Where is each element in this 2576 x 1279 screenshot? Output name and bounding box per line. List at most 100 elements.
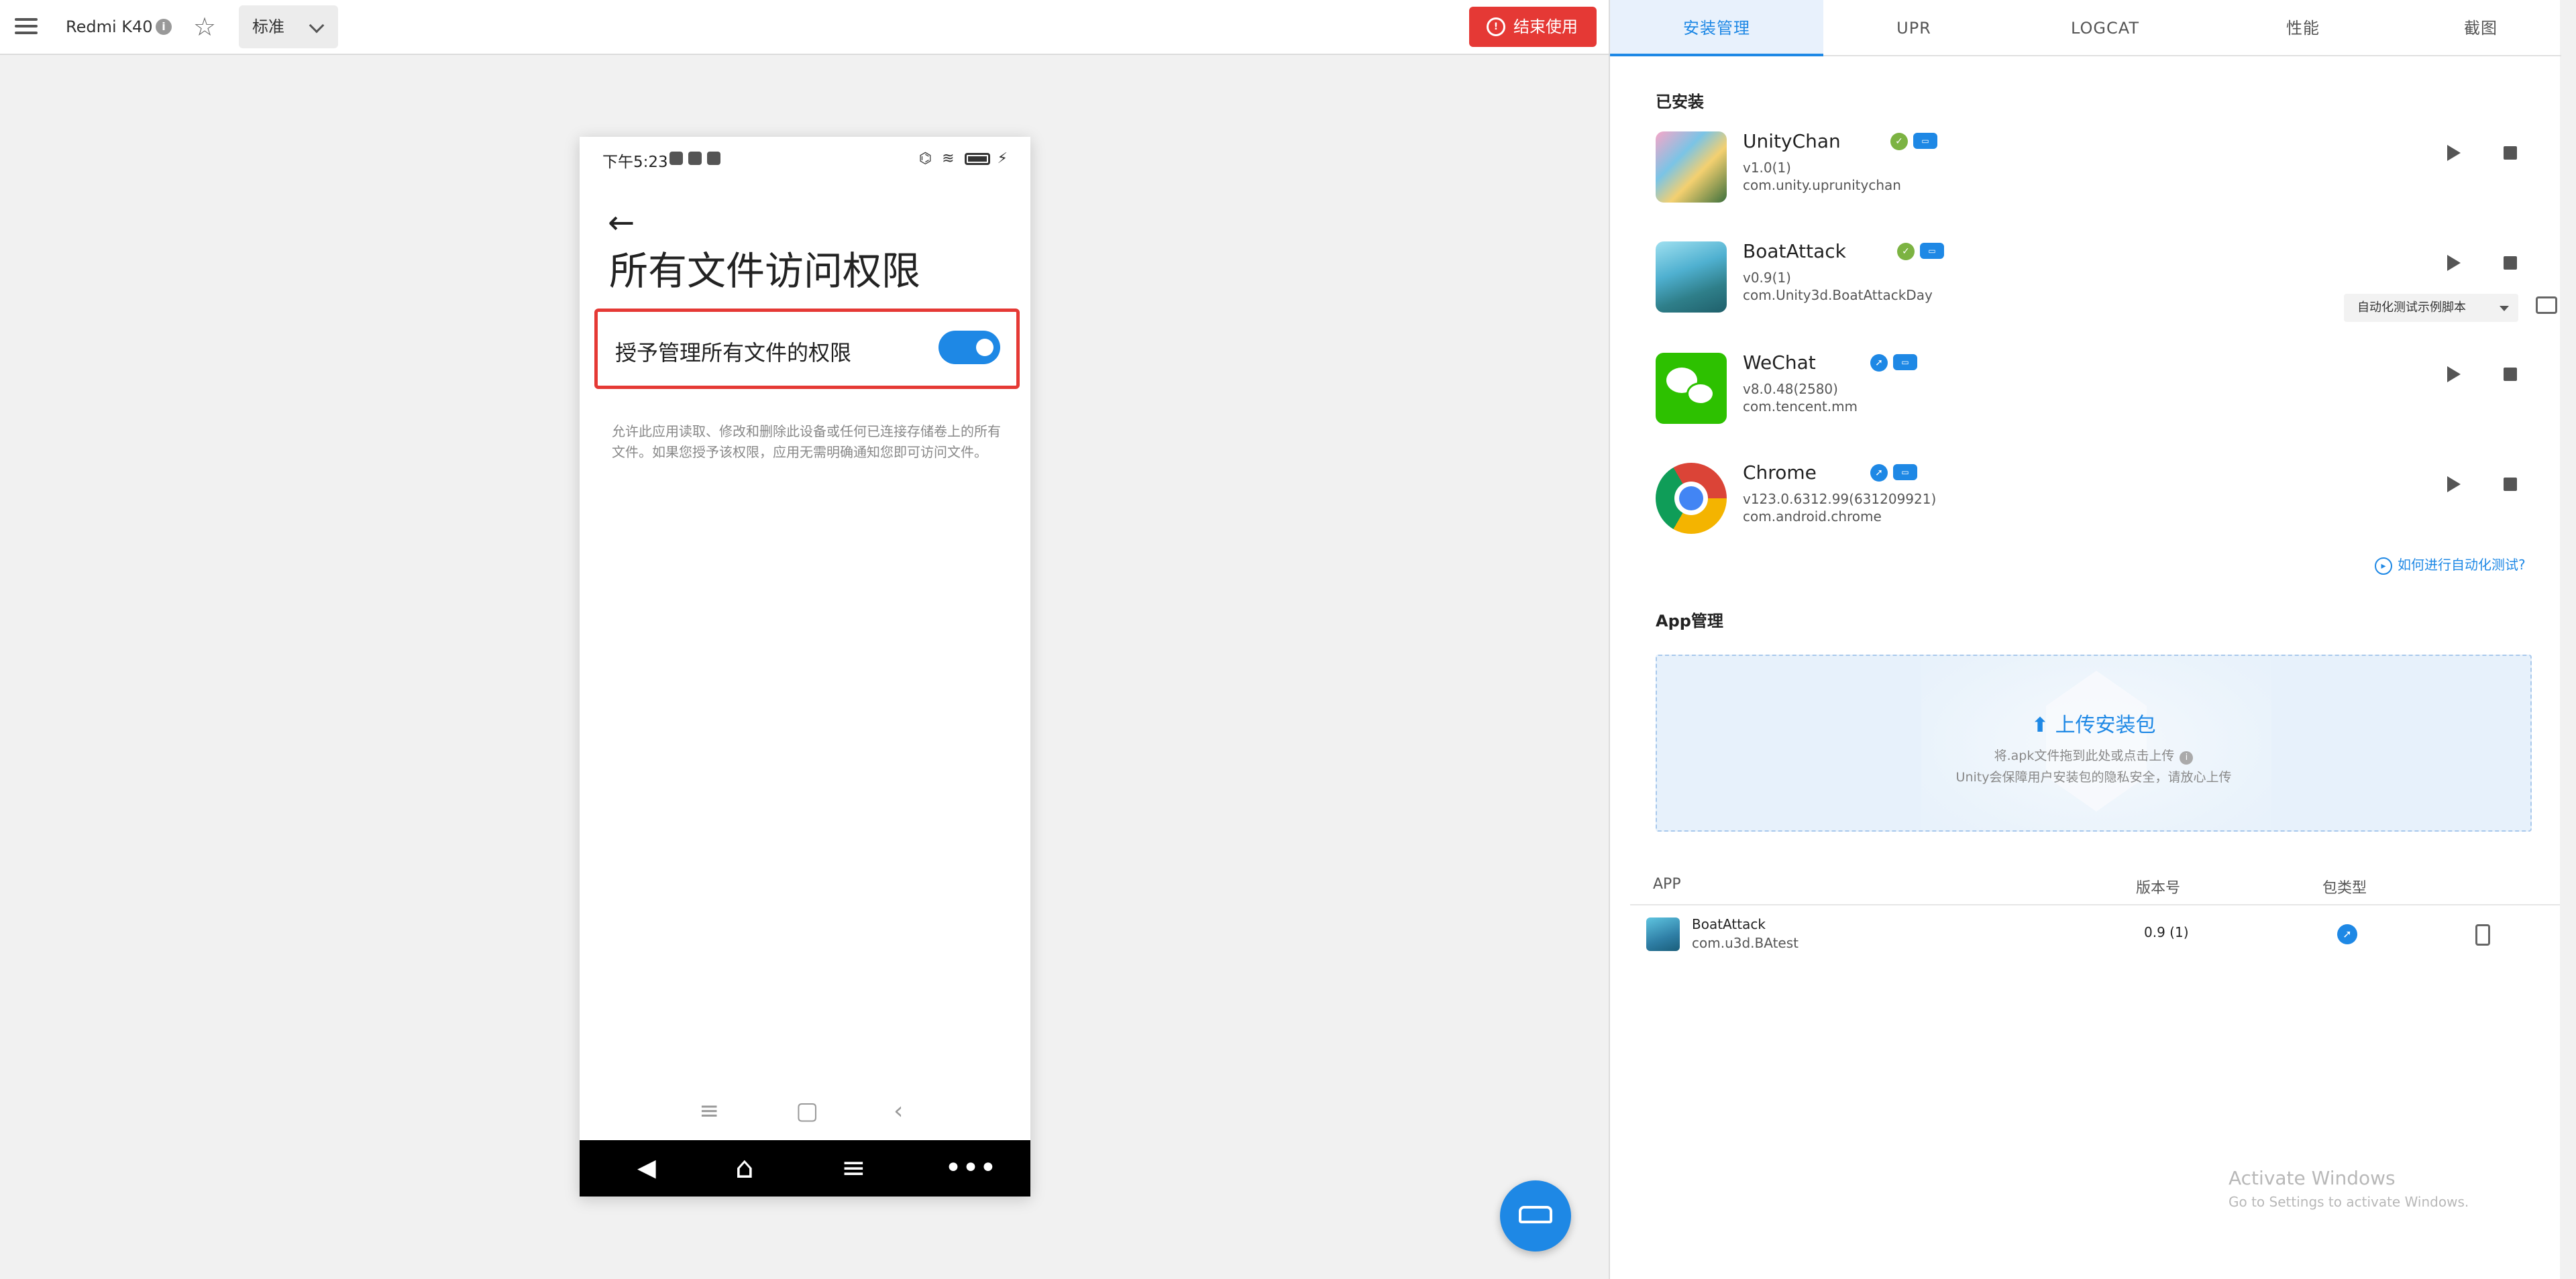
run-script-icon[interactable] [2536, 296, 2557, 314]
recents-icon[interactable]: ≡ [699, 1097, 719, 1125]
star-icon[interactable]: ☆ [193, 11, 216, 43]
row-package: com.u3d.BAtest [1692, 935, 1799, 951]
unitychan-icon [1656, 131, 1727, 203]
phone-gesture-bar: ≡ ▢ ‹ [580, 1092, 1030, 1135]
table-row[interactable]: BoatAttack com.u3d.BAtest 0.9 (1) ➚ [1630, 907, 2560, 963]
app-management-title: App管理 [1656, 612, 1723, 630]
upload-icon: ⬆ [2031, 714, 2049, 737]
notification-icon [707, 152, 720, 165]
permission-label: 授予管理所有文件的权限 [615, 340, 852, 366]
right-panel: 安装管理 UPR LOGCAT 性能 截图 已安装 UnityChan ✓ ▭ v… [1609, 0, 2561, 1279]
back-arrow-icon[interactable]: ← [608, 196, 635, 249]
remote-badge-icon: ▭ [1920, 243, 1944, 259]
app-row-wechat: WeChat ➚ ▭ v8.0.48(2580) com.tencent.mm [1656, 351, 2534, 447]
home-icon[interactable]: ▢ [796, 1097, 818, 1125]
rocket-badge-icon: ➚ [1870, 464, 1888, 482]
app-row-chrome: Chrome ➚ ▭ v123.0.6312.99(631209921) com.… [1656, 461, 2534, 557]
app-root: Redmi K40 i ☆ 标准 ! 结束使用 下午5:23 ⌬ ≋ ⚡ ← 所… [0, 0, 2576, 1279]
tab-screenshot[interactable]: 截图 [2400, 0, 2561, 56]
app-package: com.android.chrome [1743, 508, 1882, 524]
app-badges: ✓ ▭ [1897, 243, 1944, 260]
back-icon[interactable]: ‹ [894, 1097, 903, 1125]
upload-dropzone[interactable]: ⬆ 上传安装包 将.apk文件拖到此处或点击上传 i Unity会保障用户安装包的隐… [1656, 655, 2532, 832]
install-to-device-icon[interactable] [2475, 924, 2490, 946]
device-screen[interactable]: 下午5:23 ⌬ ≋ ⚡ ← 所有文件访问权限 授予管理所有文件的权限 允许此应… [580, 137, 1030, 1197]
toggle-knob [976, 339, 994, 356]
script-select-value: 自动化测试示例脚本 [2357, 300, 2466, 315]
play-circle-icon: ▸ [2375, 557, 2392, 575]
row-version: 0.9 (1) [2144, 924, 2189, 940]
stop-icon[interactable] [2504, 146, 2517, 160]
status-time: 下午5:23 [602, 154, 668, 171]
app-row-unitychan: UnityChan ✓ ▭ v1.0(1) com.unity.uprunityc… [1656, 130, 2534, 225]
app-version: v1.0(1) [1743, 160, 1791, 176]
app-badges: ➚ ▭ [1870, 464, 1917, 482]
app-name: UnityChan [1743, 130, 1841, 152]
play-icon[interactable] [2447, 255, 2461, 271]
back-triangle-icon[interactable]: ◀ [637, 1150, 656, 1187]
column-package-type: 包类型 [2322, 880, 2367, 897]
app-badges: ✓ ▭ [1890, 133, 1937, 150]
mode-select-value: 标准 [252, 17, 284, 36]
wechat-icon [1656, 353, 1727, 424]
play-icon[interactable] [2447, 476, 2461, 492]
automation-help-label: 如何进行自动化测试? [2398, 557, 2526, 573]
play-icon[interactable] [2447, 145, 2461, 161]
remote-badge-icon: ▭ [1913, 133, 1937, 149]
info-icon[interactable]: i [2180, 751, 2194, 765]
android-badge-icon: ✓ [1890, 133, 1908, 150]
permission-description: 允许此应用读取、修改和删除此设备或任何已连接存储卷上的所有文件。如果您授予该权限… [612, 423, 1001, 460]
chevron-down-icon [309, 17, 325, 34]
chevron-down-icon [2500, 306, 2509, 311]
notification-icon [688, 152, 702, 165]
app-package: com.unity.uprunitychan [1743, 177, 1901, 193]
stop-icon[interactable] [2504, 368, 2517, 381]
remote-control-bar: ◀ ⌂ ≡ ••• [580, 1140, 1030, 1197]
app-badges: ➚ ▭ [1870, 354, 1917, 372]
package-table-header: APP 版本号 包类型 [1630, 867, 2560, 905]
menu-icon[interactable] [15, 16, 38, 36]
app-package: com.Unity3d.BoatAttackDay [1743, 287, 1933, 303]
rocket-badge-icon: ➚ [1870, 354, 1888, 372]
chrome-icon [1656, 463, 1727, 534]
page-title: 所有文件访问权限 [609, 248, 921, 294]
permission-row[interactable]: 授予管理所有文件的权限 [594, 309, 1020, 389]
automation-help-link[interactable]: ▸ 如何进行自动化测试? [2375, 554, 2526, 575]
menu-icon[interactable]: ≡ [841, 1150, 866, 1187]
info-icon[interactable]: i [156, 19, 172, 35]
upload-title-text: 上传安装包 [2055, 714, 2156, 737]
windows-watermark-sub: Go to Settings to activate Windows. [2229, 1194, 2469, 1210]
stop-icon[interactable] [2504, 478, 2517, 491]
more-icon[interactable]: ••• [945, 1150, 997, 1187]
mode-select[interactable]: 标准 [239, 5, 338, 48]
battery-icon [964, 153, 990, 165]
column-app: APP [1653, 876, 1681, 893]
tab-logcat[interactable]: LOGCAT [2004, 0, 2206, 56]
end-session-button[interactable]: ! 结束使用 [1469, 7, 1597, 47]
app-name: BoatAttack [1743, 240, 1846, 262]
row-app-name: BoatAttack [1692, 916, 1766, 932]
device-switch-button[interactable] [1500, 1180, 1571, 1252]
boatattack-icon [1646, 917, 1680, 951]
play-icon[interactable] [2447, 366, 2461, 382]
wifi-icon: ⌬ ≋ [918, 150, 965, 167]
stop-icon[interactable] [2504, 256, 2517, 270]
tab-upr[interactable]: UPR [1823, 0, 2004, 56]
remote-badge-icon: ▭ [1893, 464, 1917, 480]
app-version: v8.0.48(2580) [1743, 381, 1838, 397]
device-icon [1519, 1206, 1552, 1223]
script-select[interactable]: 自动化测试示例脚本 [2344, 294, 2518, 322]
tab-install-manage[interactable]: 安装管理 [1610, 0, 1823, 56]
upload-hint: 将.apk文件拖到此处或点击上传 i [1657, 746, 2530, 765]
end-session-label: 结束使用 [1513, 17, 1578, 36]
app-name: WeChat [1743, 351, 1816, 374]
top-toolbar: Redmi K40 i ☆ 标准 ! 结束使用 [0, 0, 1609, 55]
permission-toggle[interactable] [938, 331, 1000, 364]
device-name: Redmi K40 [66, 17, 153, 36]
stop-circle-icon: ! [1487, 17, 1505, 36]
app-name: Chrome [1743, 461, 1817, 484]
home-icon[interactable]: ⌂ [735, 1150, 754, 1187]
rocket-badge-icon: ➚ [2337, 924, 2357, 944]
tab-performance[interactable]: 性能 [2206, 0, 2400, 56]
panel-tabs: 安装管理 UPR LOGCAT 性能 截图 [1610, 0, 2561, 56]
